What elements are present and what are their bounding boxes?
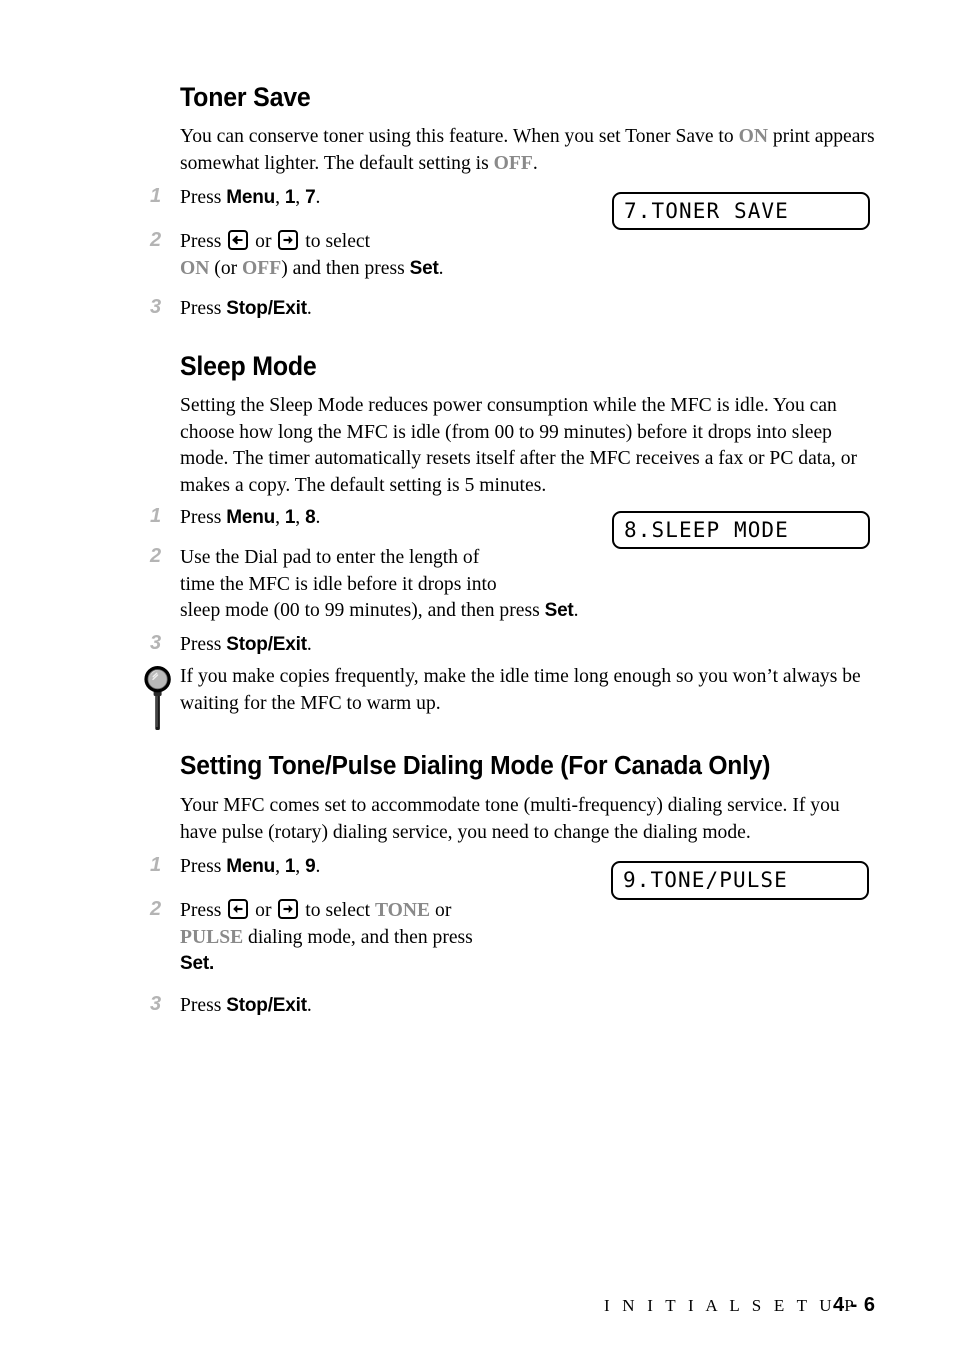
button-set[interactable]: Set <box>410 258 439 279</box>
step-number: 2 <box>150 898 162 920</box>
footer-section-label: I N I T I A L S E T U P <box>604 1296 858 1315</box>
step-tail: ) and then press <box>281 257 410 279</box>
step-verb: Press <box>180 298 227 319</box>
value-on: ON <box>738 126 768 147</box>
value-on: ON <box>180 257 210 279</box>
step-line-1: Use the Dial pad to enter the length of <box>180 547 480 568</box>
paren: (or <box>209 257 243 279</box>
step-verb: Press <box>180 187 227 208</box>
step-text-sleep-3: Press Stop/Exit. <box>180 632 312 659</box>
keypad-8[interactable]: 8 <box>305 507 316 528</box>
step-number: 2 <box>150 545 162 567</box>
step-verb: Press <box>180 900 227 921</box>
step-tail: to select <box>300 900 375 921</box>
magnifier-icon <box>143 662 173 734</box>
step-verb: Press <box>180 634 227 655</box>
arrow-right-key-icon[interactable] <box>278 230 299 250</box>
period: . <box>315 187 321 208</box>
paragraph-tone-pulse-intro: Your MFC comes set to accommodate tone (… <box>180 795 840 843</box>
step-number: 3 <box>150 296 162 318</box>
sep: , <box>295 856 306 877</box>
button-menu[interactable]: Menu <box>226 507 275 528</box>
period: . <box>438 257 444 279</box>
paragraph-sleep-mode-intro: Setting the Sleep Mode reduces power con… <box>180 395 858 496</box>
step-verb: Press <box>180 231 227 252</box>
button-menu[interactable]: Menu <box>226 187 275 208</box>
lcd-text: 7.TONER SAVE <box>624 199 789 223</box>
button-stop-exit[interactable]: Stop/Exit <box>226 995 307 1016</box>
step-verb: Press <box>180 995 227 1016</box>
button-set[interactable]: Set <box>545 600 574 621</box>
sep: , <box>295 507 306 528</box>
value-off: OFF <box>493 152 533 174</box>
sep: , <box>275 856 285 877</box>
heading-toner-save: Toner Save <box>180 82 311 112</box>
step-number: 2 <box>150 229 162 251</box>
step-number: 3 <box>150 632 162 654</box>
heading-tone-pulse: Setting Tone/Pulse Dialing Mode (For Can… <box>180 752 771 780</box>
period: . <box>306 634 312 655</box>
intro-text-a: You can conserve toner using this featur… <box>180 126 739 147</box>
step-text-toner-2: Press or to select ON (or OFF) and then … <box>180 229 444 282</box>
step-number: 1 <box>150 854 162 876</box>
note-sleep-mode: If you make copies frequently, make the … <box>180 666 861 714</box>
footer-page-number: 4 - 6 <box>833 1294 876 1316</box>
heading-sleep-mode: Sleep Mode <box>180 351 317 381</box>
step-line-2: time the MFC is idle before it drops int… <box>180 573 497 595</box>
arrow-left-key-icon[interactable] <box>228 899 249 919</box>
keypad-1[interactable]: 1 <box>285 507 296 528</box>
step-text-tone-1: Press Menu, 1, 9. <box>180 854 320 881</box>
paragraph-toner-save-intro: You can conserve toner using this featur… <box>180 124 875 177</box>
conj-or: or <box>430 900 452 921</box>
arrow-right-key-icon[interactable] <box>278 899 299 919</box>
step-number: 3 <box>150 993 162 1015</box>
lcd-display-toner-save: 7.TONER SAVE <box>612 192 870 230</box>
value-off: OFF <box>242 257 282 279</box>
lcd-text: 9.TONE/PULSE <box>623 868 788 892</box>
button-stop-exit[interactable]: Stop/Exit <box>226 634 307 655</box>
step-text-tone-3: Press Stop/Exit. <box>180 993 312 1020</box>
button-stop-exit[interactable]: Stop/Exit <box>226 298 307 319</box>
sep: , <box>295 187 306 208</box>
lcd-display-tone-pulse: 9.TONE/PULSE <box>611 861 869 900</box>
conj-or: or <box>250 231 277 252</box>
step-verb: Press <box>180 856 227 877</box>
lcd-display-sleep-mode: 8.SLEEP MODE <box>612 511 870 549</box>
manual-page: Toner Save You can conserve toner using … <box>0 0 954 1352</box>
keypad-7[interactable]: 7 <box>305 187 316 208</box>
period: . <box>306 298 312 319</box>
step-text-toner-3: Press Stop/Exit. <box>180 296 312 323</box>
conj-or: or <box>250 900 277 921</box>
period: . <box>315 507 321 528</box>
step-tail: to select <box>300 231 371 252</box>
lcd-text: 8.SLEEP MODE <box>624 518 789 542</box>
period: . <box>573 600 579 621</box>
step-line-3: sleep mode (00 to 99 minutes), and then … <box>180 600 545 621</box>
period: . <box>306 995 312 1016</box>
value-tone: TONE <box>374 900 431 921</box>
arrow-left-key-icon[interactable] <box>228 230 249 250</box>
intro-text-c: . <box>532 152 538 174</box>
button-set[interactable]: Set. <box>180 953 214 974</box>
value-pulse: PULSE <box>180 926 244 948</box>
keypad-1[interactable]: 1 <box>285 187 296 208</box>
step-text-sleep-2: Use the Dial pad to enter the length of … <box>180 545 578 625</box>
step-verb: Press <box>180 507 227 528</box>
step-number: 1 <box>150 505 162 527</box>
step-text-toner-1: Press Menu, 1, 7. <box>180 185 320 212</box>
step-line-2: dialing mode, and then press <box>243 926 473 948</box>
button-menu[interactable]: Menu <box>226 856 275 877</box>
keypad-1[interactable]: 1 <box>285 856 296 877</box>
keypad-9[interactable]: 9 <box>305 856 316 877</box>
step-text-sleep-1: Press Menu, 1, 8. <box>180 505 320 532</box>
step-number: 1 <box>150 185 162 207</box>
step-text-tone-2: Press or to select TONE or PULSE dialing… <box>180 898 473 978</box>
sep: , <box>275 187 285 208</box>
period: . <box>315 856 321 877</box>
sep: , <box>275 507 285 528</box>
